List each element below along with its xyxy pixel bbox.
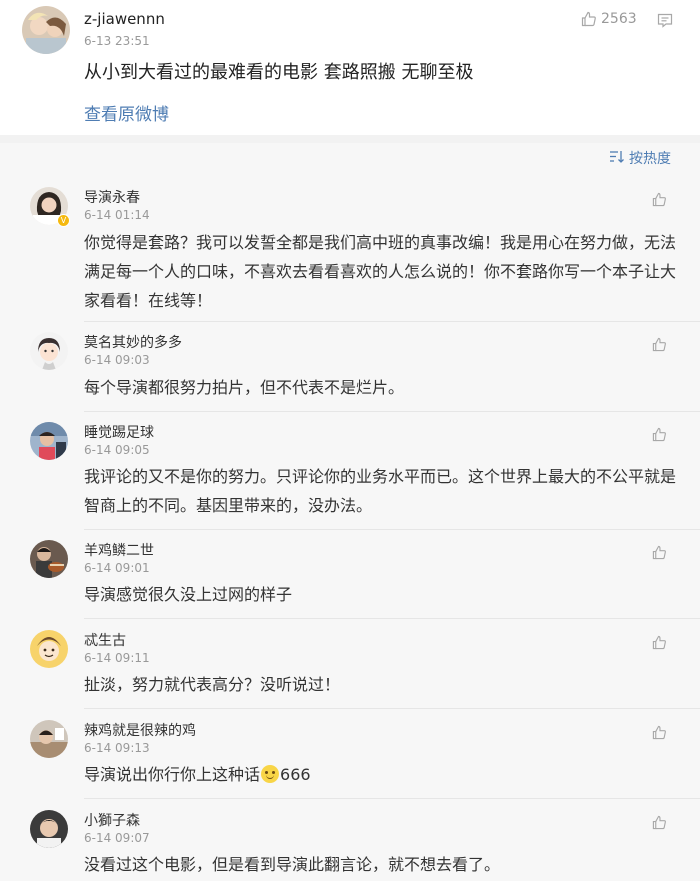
comment-item: 睡觉踢足球 6-14 09:05 我评论的又不是你的努力。只评论你的业务水平而已… xyxy=(0,420,700,530)
commenter-name[interactable]: 羊鸡鳞二世 xyxy=(84,540,154,560)
comment-item: 小獅子森 6-14 09:07 没看过这个电影，但是看到导演此翻言论，就不想去看… xyxy=(0,808,700,881)
comment-text: 我评论的又不是你的努力。只评论你的业务水平而已。这个世界上最大的不公平就是智商上… xyxy=(84,467,677,515)
smile-emoji-icon xyxy=(261,765,280,783)
post-like-button[interactable]: 2563 xyxy=(581,11,637,27)
comment-text: 没看过这个电影，但是看到导演此翻言论，就不想去看了。 xyxy=(84,855,501,874)
commenter-avatar[interactable] xyxy=(30,332,68,370)
thumbs-up-icon xyxy=(581,11,597,27)
comment-item: 忒生古 6-14 09:11 扯淡，努力就代表高分？没听说过！ xyxy=(0,628,700,708)
like-icon[interactable] xyxy=(652,725,667,744)
comment-text: 每个导演都很努力拍片，但不代表不是烂片。 xyxy=(84,378,405,397)
like-icon[interactable] xyxy=(652,815,667,834)
comment-divider xyxy=(84,618,700,619)
view-original-link[interactable]: 查看原微博 xyxy=(84,100,169,125)
sort-icon xyxy=(609,150,624,167)
commenter-name[interactable]: 导演永春 xyxy=(84,187,140,207)
sort-by-hot-button[interactable]: 按热度 xyxy=(609,148,671,168)
like-icon[interactable] xyxy=(652,635,667,654)
comment-icon[interactable] xyxy=(657,13,673,32)
like-icon[interactable] xyxy=(652,337,667,356)
commenter-name[interactable]: 莫名其妙的多多 xyxy=(84,332,182,352)
post-like-count: 2563 xyxy=(601,11,637,27)
commenter-avatar[interactable] xyxy=(30,540,68,578)
commenter-avatar[interactable] xyxy=(30,422,68,460)
post-timestamp: 6-13 23:51 xyxy=(84,34,150,48)
comment-divider xyxy=(84,321,700,322)
comment-time: 6-14 09:03 xyxy=(84,353,150,367)
comment-time: 6-14 09:05 xyxy=(84,443,150,457)
commenter-avatar[interactable] xyxy=(30,810,68,848)
comment-time: 6-14 01:14 xyxy=(84,208,150,222)
sort-label: 按热度 xyxy=(629,151,671,167)
comment-text: 你觉得是套路？我可以发誓全都是我们高中班的真事改编！我是用心在努力做，无法满足每… xyxy=(84,233,677,310)
comment-time: 6-14 09:13 xyxy=(84,741,150,755)
commenter-avatar[interactable] xyxy=(30,630,68,668)
post-username[interactable]: z-jiawennn xyxy=(84,10,165,28)
verified-badge-icon: V xyxy=(57,214,70,227)
comment-time: 6-14 09:01 xyxy=(84,561,150,575)
comment-text: 扯淡，努力就代表高分？没听说过！ xyxy=(84,675,341,694)
like-icon[interactable] xyxy=(652,545,667,564)
comment-divider xyxy=(84,798,700,799)
comment-divider xyxy=(84,708,700,709)
section-gap xyxy=(0,135,700,143)
comment-item: 羊鸡鳞二世 6-14 09:01 导演感觉很久没上过网的样子 xyxy=(0,538,700,618)
commenter-name[interactable]: 睡觉踢足球 xyxy=(84,422,154,442)
like-icon[interactable] xyxy=(652,192,667,211)
comment-item: 莫名其妙的多多 6-14 09:03 每个导演都很努力拍片，但不代表不是烂片。 xyxy=(0,330,700,410)
commenter-name[interactable]: 小獅子森 xyxy=(84,810,140,830)
original-post: z-jiawennn 6-13 23:51 从小到大看过的最难看的电影 套路照搬… xyxy=(0,0,700,135)
commenter-name[interactable]: 辣鸡就是很辣的鸡 xyxy=(84,720,196,740)
comment-time: 6-14 09:11 xyxy=(84,651,150,665)
comment-item: V 导演永春 6-14 01:14 你觉得是套路？我可以发誓全都是我们高中班的真… xyxy=(0,183,700,321)
comment-divider xyxy=(84,529,700,530)
comment-text: 导演感觉很久没上过网的样子 xyxy=(84,585,293,604)
comment-list: 按热度 V 导演永春 6-14 01:14 你觉得是套路？我可以发誓全都是我们高… xyxy=(0,143,700,881)
post-text: 从小到大看过的最难看的电影 套路照搬 无聊至极 xyxy=(84,62,474,83)
comment-divider xyxy=(84,411,700,412)
post-author-avatar[interactable] xyxy=(22,6,70,54)
comment-text-after: 666 xyxy=(280,765,311,784)
commenter-avatar[interactable] xyxy=(30,720,68,758)
comment-item: 辣鸡就是很辣的鸡 6-14 09:13 导演说出你行你上这种话 666 xyxy=(0,718,700,798)
commenter-name[interactable]: 忒生古 xyxy=(84,630,126,650)
like-icon[interactable] xyxy=(652,427,667,446)
comment-time: 6-14 09:07 xyxy=(84,831,150,845)
comment-text: 导演说出你行你上这种话 666 xyxy=(84,760,684,789)
comment-text-before: 导演说出你行你上这种话 xyxy=(84,765,261,784)
